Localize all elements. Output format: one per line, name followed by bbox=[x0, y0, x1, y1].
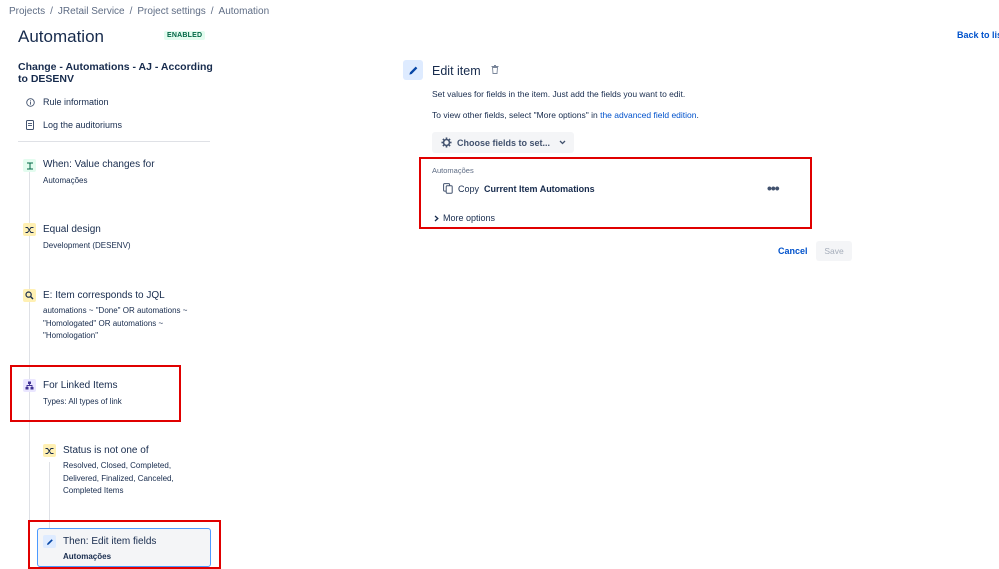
step-title: Equal design bbox=[43, 224, 101, 235]
copy-value-row[interactable]: Copy Current Item Automations bbox=[443, 183, 595, 194]
editor-description: Set values for fields in the item. Just … bbox=[432, 89, 686, 99]
more-actions-icon[interactable]: ••• bbox=[767, 180, 780, 196]
edit-pencil-icon bbox=[403, 60, 423, 80]
step-title: E: Item corresponds to JQL bbox=[43, 290, 165, 301]
trash-icon[interactable] bbox=[491, 65, 499, 76]
step-subtitle: Development (DESENV) bbox=[43, 241, 131, 250]
field-label: Automações bbox=[432, 166, 474, 175]
step-subtitle: Resolved, Closed, Completed, Delivered, … bbox=[63, 461, 174, 495]
cancel-button[interactable]: Cancel bbox=[778, 246, 808, 256]
advanced-field-edition-link[interactable]: the advanced field edition bbox=[600, 110, 696, 120]
breadcrumb-automation[interactable]: Automation bbox=[219, 6, 270, 17]
back-to-list-link[interactable]: Back to lis bbox=[957, 30, 999, 40]
breadcrumb-separator: / bbox=[129, 6, 133, 17]
step-title: For Linked Items bbox=[43, 380, 118, 391]
highlight-box-linked-items bbox=[10, 365, 181, 422]
step-title: Status is not one of bbox=[63, 445, 149, 456]
more-options-toggle[interactable]: More options bbox=[434, 213, 495, 223]
editor-hint-suffix: . bbox=[696, 110, 699, 120]
breadcrumb-project-settings[interactable]: Project settings bbox=[137, 6, 205, 17]
branch-icon bbox=[43, 444, 56, 457]
branch-icon bbox=[23, 223, 36, 236]
breadcrumb-projects[interactable]: Projects bbox=[9, 6, 45, 17]
more-options-label: More options bbox=[443, 213, 496, 223]
editor-hint: To view other fields, select "More optio… bbox=[432, 110, 699, 120]
choose-fields-button[interactable]: Choose fields to set... bbox=[432, 132, 574, 153]
chevron-down-icon bbox=[559, 140, 566, 145]
audit-log-link[interactable]: Log the auditoriums bbox=[25, 120, 122, 130]
step-title: When: Value changes for bbox=[43, 159, 155, 170]
gear-icon bbox=[441, 137, 452, 148]
info-icon bbox=[25, 97, 35, 107]
choose-fields-label: Choose fields to set... bbox=[457, 137, 551, 148]
audit-log-label: Log the auditoriums bbox=[43, 120, 123, 130]
step-title: Then: Edit item fields bbox=[63, 536, 157, 547]
hierarchy-icon bbox=[23, 379, 36, 392]
step-subtitle: automations ~ "Done" OR automations ~ "H… bbox=[43, 306, 188, 340]
breadcrumb-jretail-service[interactable]: JRetail Service bbox=[58, 6, 125, 17]
breadcrumb-separator: / bbox=[50, 6, 53, 17]
step-subtitle: Types: All types of link bbox=[43, 397, 122, 406]
editor-hint-text: To view other fields, select "More optio… bbox=[432, 110, 601, 120]
pencil-icon bbox=[43, 535, 56, 548]
copy-icon bbox=[443, 183, 453, 194]
rule-information-link[interactable]: Rule information bbox=[25, 97, 109, 107]
rule-name: Change - Automations - AJ - According to… bbox=[18, 61, 213, 85]
trigger-icon bbox=[23, 159, 36, 172]
document-icon bbox=[25, 120, 35, 130]
editor-title: Edit item bbox=[432, 64, 481, 78]
copy-source-value: Current Item Automations bbox=[484, 183, 595, 194]
breadcrumb-separator: / bbox=[210, 6, 214, 17]
page-title: Automation bbox=[18, 27, 104, 46]
status-badge: ENABLED bbox=[164, 31, 206, 40]
step-subtitle: Automações bbox=[63, 552, 112, 561]
search-icon bbox=[23, 289, 36, 302]
sidebar-divider bbox=[18, 141, 210, 142]
breadcrumb: Projects / JRetail Service / Project setting… bbox=[9, 6, 269, 17]
step-subtitle: Automações bbox=[43, 176, 88, 185]
copy-prefix: Copy bbox=[458, 183, 480, 194]
step-edit-item-fields[interactable]: Then: Edit item fields Automações bbox=[37, 528, 211, 567]
rule-information-label: Rule information bbox=[43, 97, 109, 107]
save-button[interactable]: Save bbox=[816, 241, 852, 261]
chevron-right-icon bbox=[434, 215, 439, 222]
